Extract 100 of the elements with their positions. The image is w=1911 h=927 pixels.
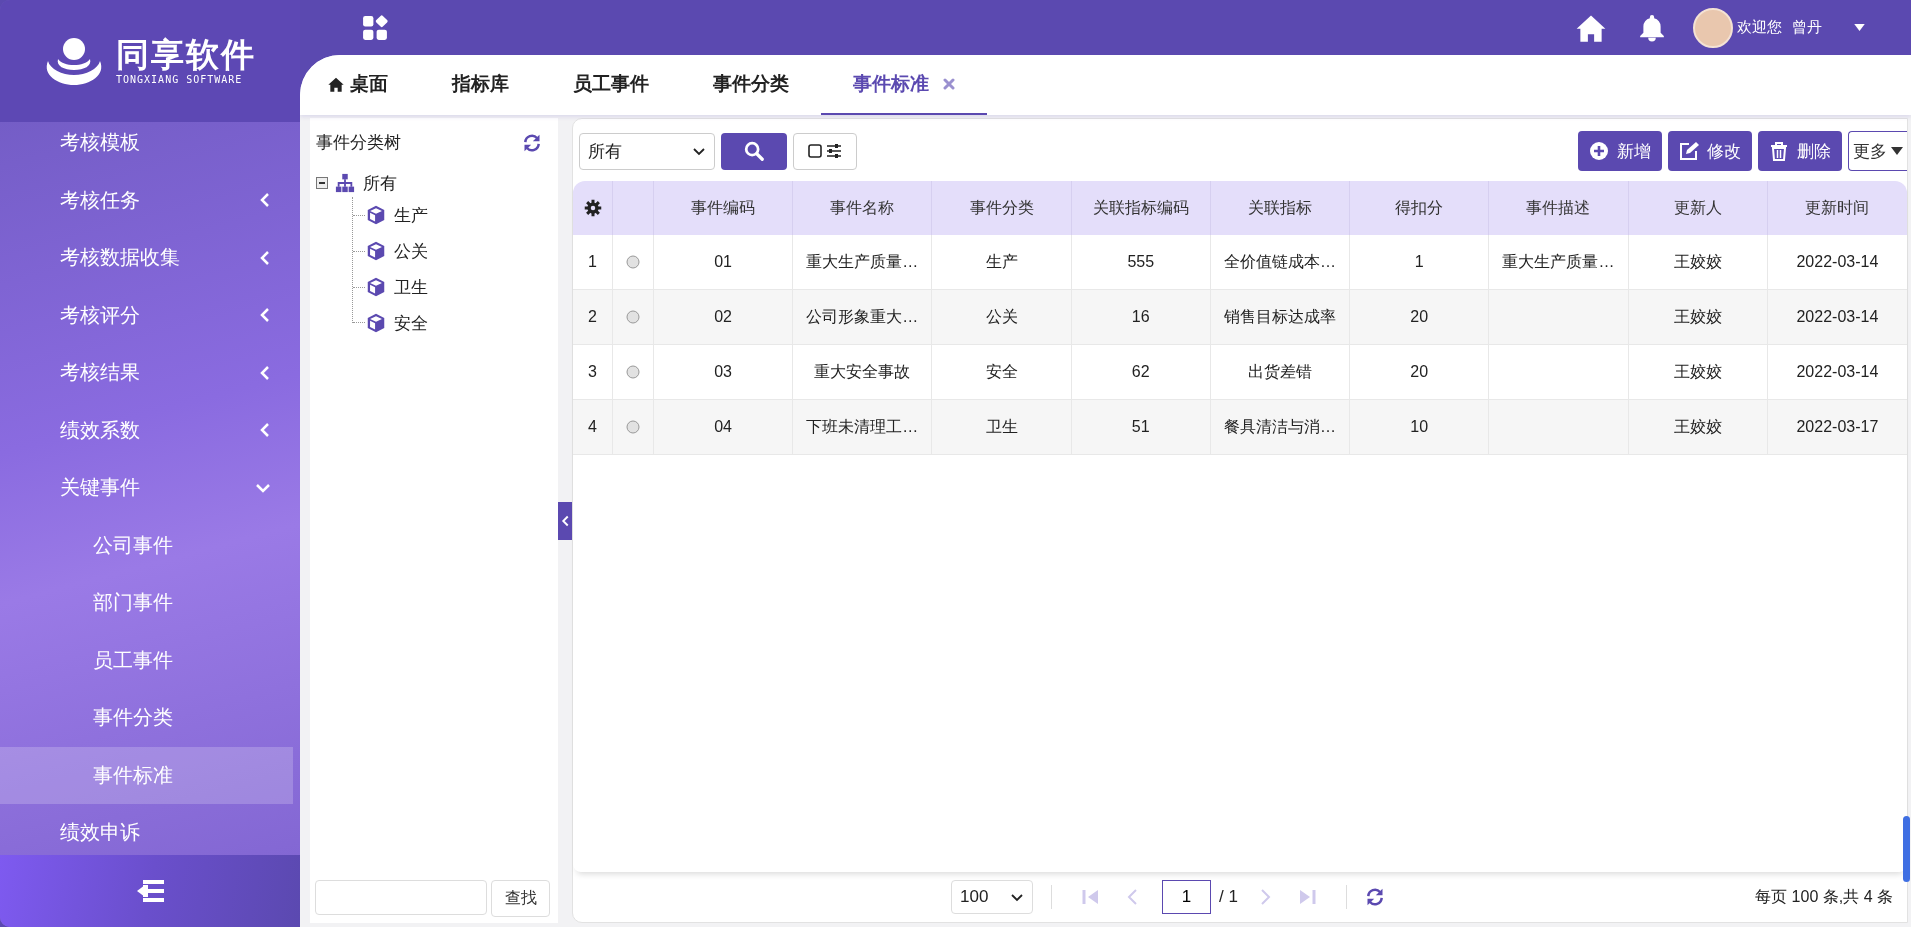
apps-icon[interactable]	[362, 14, 388, 41]
row-number: 3	[588, 363, 597, 381]
tab[interactable]: 事件分类	[681, 55, 821, 115]
radio-button[interactable]	[626, 310, 640, 324]
column-header: 事件描述	[1526, 197, 1591, 218]
caret-down-icon	[1891, 147, 1903, 155]
home-icon[interactable]	[1576, 13, 1606, 42]
tree-title: 事件分类树	[316, 132, 401, 154]
tab[interactable]: 员工事件	[541, 55, 681, 115]
table-cell-text: 全价值链成本…	[1224, 251, 1336, 272]
refresh-icon[interactable]	[522, 132, 542, 153]
column-header: 关联指标	[1248, 197, 1312, 218]
search-button[interactable]: 查找	[491, 880, 550, 917]
caret-down-icon[interactable]	[1854, 24, 1865, 31]
checkbox-icon	[808, 144, 822, 158]
close-icon[interactable]	[943, 78, 955, 90]
tab[interactable]: 事件标准	[821, 55, 987, 115]
org-chart-icon	[335, 173, 355, 193]
plus-circle-icon	[1589, 141, 1609, 161]
table-cell: 10	[1410, 418, 1429, 436]
edit-button[interactable]: 修改	[1668, 131, 1752, 171]
table-cell: 51	[1131, 418, 1150, 436]
column-header: 更新时间	[1805, 197, 1870, 218]
table-cell: 2022-03-14	[1796, 253, 1879, 271]
table-cell-text: 销售目标达成率	[1224, 306, 1336, 327]
edit-icon	[1679, 141, 1699, 161]
column-toggle-button[interactable]	[793, 132, 857, 170]
tab[interactable]: 桌面	[300, 55, 420, 115]
page-input[interactable]: 1	[1162, 880, 1211, 914]
tree-node[interactable]: 公关	[365, 233, 428, 269]
page-total: / 1	[1219, 887, 1238, 907]
refresh-icon[interactable]	[1364, 887, 1385, 907]
menu-item[interactable]: 绩效申诉	[0, 804, 293, 855]
table-cell-text: 王姣姣	[1673, 361, 1722, 382]
search-button[interactable]	[721, 132, 787, 170]
tree-node[interactable]: 卫生	[365, 269, 428, 305]
cube-icon	[365, 312, 387, 334]
chevron-left-icon	[560, 513, 570, 528]
cube-icon	[365, 240, 387, 262]
radio-button[interactable]	[626, 365, 640, 379]
table-cell-text: 生产	[985, 251, 1018, 272]
menu-item[interactable]: 考核结果	[0, 344, 293, 402]
tab[interactable]: 指标库	[420, 55, 541, 115]
table-cell-text: 重大安全事故	[814, 361, 911, 382]
table-cell-text: 王姣姣	[1673, 416, 1722, 437]
collapse-box-icon[interactable]	[316, 177, 328, 189]
table-cell-text: 公关	[985, 306, 1018, 327]
submenu-item[interactable]: 员工事件	[0, 631, 293, 689]
menu-item[interactable]: 考核任务	[0, 171, 293, 229]
user-name[interactable]: 曾丹	[1792, 18, 1822, 37]
table-cell: 01	[714, 253, 732, 271]
column-header: 得扣分	[1395, 197, 1444, 218]
table-cell: 2022-03-17	[1796, 418, 1879, 436]
page-size-select[interactable]: 100	[951, 880, 1033, 914]
table-cell-text: 重大生产质量…	[806, 251, 919, 272]
avatar[interactable]	[1693, 7, 1733, 48]
scrollbar-thumb[interactable]	[1903, 816, 1910, 882]
radio-button[interactable]	[626, 420, 640, 434]
filter-select[interactable]: 所有	[579, 132, 715, 170]
column-header: 事件编码	[691, 197, 756, 218]
menu-item[interactable]: 考核数据收集	[0, 229, 293, 287]
settings-icon[interactable]	[583, 199, 602, 217]
menu-item[interactable]: 绩效系数	[0, 401, 293, 459]
menu-collapse-icon[interactable]	[135, 879, 165, 903]
table-cell: 20	[1410, 363, 1429, 381]
column-header: 事件名称	[830, 197, 895, 218]
table-cell-text: 卫生	[985, 416, 1018, 437]
row-number: 2	[588, 308, 597, 326]
tree-node[interactable]: 生产	[365, 197, 428, 233]
menu-item[interactable]: 考核模板	[0, 114, 293, 172]
bell-icon[interactable]	[1639, 13, 1665, 42]
column-header: 事件分类	[969, 197, 1034, 218]
menu-item[interactable]: 关键事件	[0, 459, 293, 517]
table-cell-text: 王姣姣	[1673, 251, 1722, 272]
cube-icon	[365, 276, 387, 298]
column-header: 更新人	[1673, 197, 1722, 218]
home-icon	[328, 76, 344, 92]
add-button[interactable]: 新增	[1578, 131, 1662, 171]
tree-node[interactable]: 安全	[365, 305, 428, 341]
submenu-item[interactable]: 事件分类	[0, 689, 293, 747]
table-cell: 03	[714, 363, 732, 381]
tree-node[interactable]: 所有	[335, 171, 397, 195]
logo-text: 同享软件	[116, 37, 256, 71]
search-field[interactable]	[315, 880, 487, 915]
delete-button[interactable]: 删除	[1758, 131, 1842, 171]
menu-item[interactable]: 考核评分	[0, 286, 293, 344]
radio-button[interactable]	[626, 255, 640, 269]
column-header: 关联指标编码	[1092, 197, 1189, 218]
table-cell-text: 下班未清理工…	[806, 416, 919, 437]
table-cell: 20	[1410, 308, 1429, 326]
more-dropdown[interactable]: 更多	[1848, 131, 1907, 171]
row-number: 1	[588, 253, 597, 271]
table-cell: 2022-03-14	[1796, 363, 1879, 381]
cube-icon	[365, 204, 387, 226]
collapse-handle[interactable]	[558, 501, 572, 540]
chevron-down-icon	[692, 145, 706, 157]
table-cell: 62	[1131, 363, 1150, 381]
table-cell-text: 公司形象重大…	[806, 306, 919, 327]
sliders-icon	[826, 143, 842, 159]
greeting-text: 欢迎您	[1737, 18, 1782, 37]
